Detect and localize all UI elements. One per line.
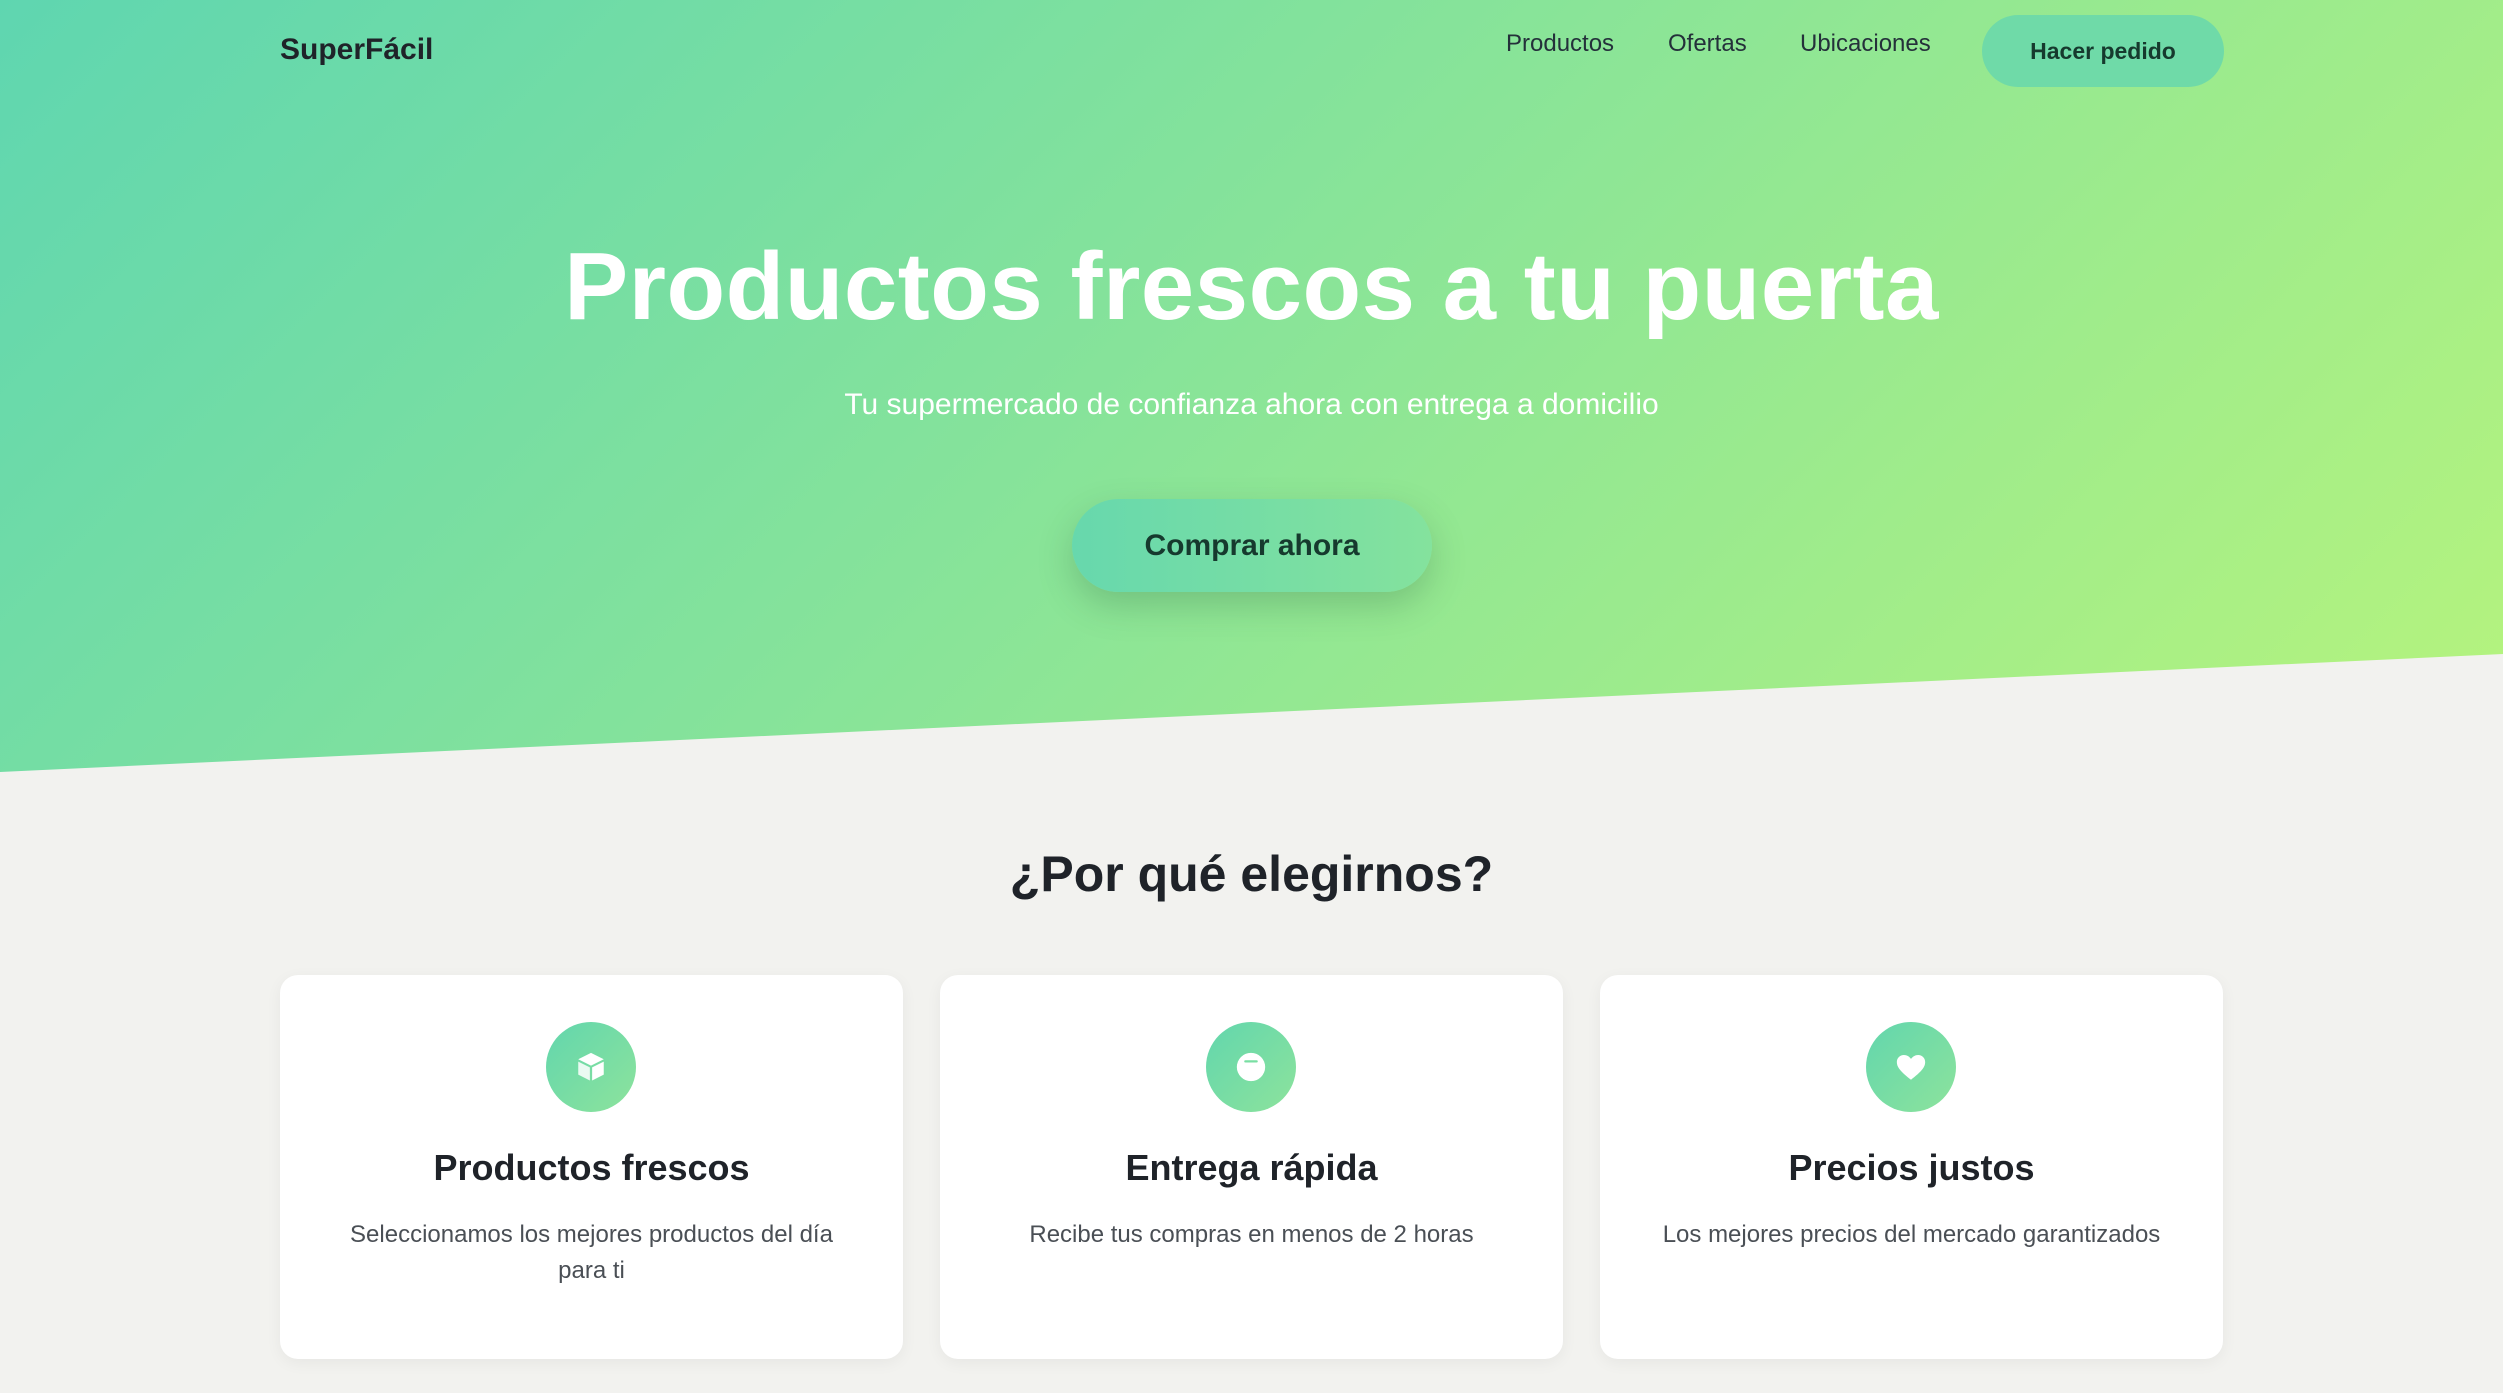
- hero-title: Productos frescos a tu puerta: [564, 233, 1939, 340]
- features-title: ¿Por qué elegirnos?: [1009, 846, 1494, 902]
- feature-card-title: Entrega rápida: [1125, 1147, 1378, 1188]
- feature-card-fair-prices: Precios justos Los mejores precios del m…: [1600, 975, 2223, 1359]
- nav-link-ofertas[interactable]: Ofertas: [1668, 30, 1747, 58]
- feature-card-title: Precios justos: [1788, 1147, 2035, 1188]
- clock-icon: [1206, 1022, 1296, 1112]
- feature-card-description: Seleccionamos los mejores productos del …: [350, 1221, 833, 1284]
- brand-logo[interactable]: SuperFácil: [280, 33, 433, 67]
- feature-card-fast-delivery: Entrega rápida Recibe tus compras en men…: [940, 975, 1563, 1359]
- heart-icon: [1866, 1022, 1956, 1112]
- nav-link-ubicaciones[interactable]: Ubicaciones: [1800, 30, 1931, 58]
- feature-card-title: Productos frescos: [433, 1147, 750, 1188]
- shop-now-button[interactable]: Comprar ahora: [1072, 499, 1432, 592]
- hero-background: [0, 0, 2503, 772]
- feature-card-description: Los mejores precios del mercado garantiz…: [1662, 1221, 2161, 1248]
- hero-subtitle: Tu supermercado de confianza ahora con e…: [844, 388, 1659, 421]
- feature-card-description: Recibe tus compras en menos de 2 horas: [1029, 1221, 1474, 1248]
- feature-card-fresh-products: Productos frescos Seleccionamos los mejo…: [280, 975, 903, 1359]
- landing-page: SuperFácil Productos Ofertas Ubicaciones…: [0, 0, 2503, 1393]
- place-order-button[interactable]: Hacer pedido: [1982, 15, 2224, 87]
- nav-link-productos[interactable]: Productos: [1506, 30, 1614, 58]
- box-icon: [546, 1022, 636, 1112]
